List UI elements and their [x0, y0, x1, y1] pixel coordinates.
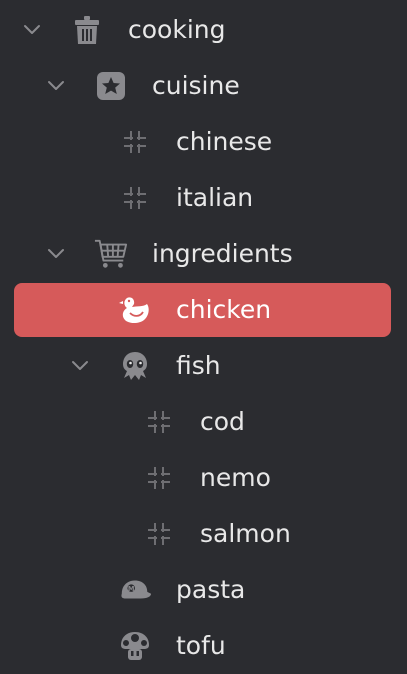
- hashtag-icon: [118, 181, 152, 215]
- svg-text:M: M: [128, 585, 135, 593]
- tree-item-chinese[interactable]: chinese: [0, 114, 407, 170]
- tree-item-tofu[interactable]: tofu: [0, 618, 407, 674]
- squid-icon: [118, 349, 152, 383]
- shopping-cart-icon: [94, 237, 128, 271]
- tree-item-label: chicken: [176, 295, 272, 324]
- tree-item-chicken[interactable]: chicken: [0, 282, 407, 338]
- hashtag-icon: [142, 517, 176, 551]
- chevron-down-icon[interactable]: [46, 76, 66, 96]
- tree-item-salmon[interactable]: salmon: [0, 506, 407, 562]
- trash-can-icon: [70, 13, 104, 47]
- chevron-down-icon[interactable]: [22, 20, 42, 40]
- star-box-icon: [94, 69, 128, 103]
- hashtag-icon: [118, 125, 152, 159]
- tree-item-label: nemo: [200, 463, 271, 492]
- tree-item-label: pasta: [176, 575, 246, 604]
- tree-item-label: tofu: [176, 631, 226, 660]
- tree-item-cod[interactable]: cod: [0, 394, 407, 450]
- duck-icon: [118, 293, 152, 327]
- tree-item-cooking[interactable]: cooking: [0, 2, 407, 58]
- tree-item-ingredients[interactable]: ingredients: [0, 226, 407, 282]
- tree-item-label: salmon: [200, 519, 291, 548]
- hashtag-icon: [142, 405, 176, 439]
- tree-item-pasta[interactable]: M pasta: [0, 562, 407, 618]
- hashtag-icon: [142, 461, 176, 495]
- tree-item-label: cooking: [128, 15, 226, 44]
- tree-item-cuisine[interactable]: cuisine: [0, 58, 407, 114]
- tree-item-label: chinese: [176, 127, 273, 156]
- tree-item-label: italian: [176, 183, 254, 212]
- mushroom-icon: [118, 629, 152, 663]
- tree-item-label: cod: [200, 407, 245, 436]
- tree-item-italian[interactable]: italian: [0, 170, 407, 226]
- chevron-down-icon[interactable]: [70, 356, 90, 376]
- tag-tree: cooking cuisine chinese italian ingredie…: [0, 0, 407, 674]
- tree-item-nemo[interactable]: nemo: [0, 450, 407, 506]
- tree-item-label: ingredients: [152, 239, 293, 268]
- chevron-down-icon[interactable]: [46, 244, 66, 264]
- cap-icon: M: [118, 573, 152, 607]
- tree-item-label: fish: [176, 351, 221, 380]
- tree-item-label: cuisine: [152, 71, 240, 100]
- tree-item-fish[interactable]: fish: [0, 338, 407, 394]
